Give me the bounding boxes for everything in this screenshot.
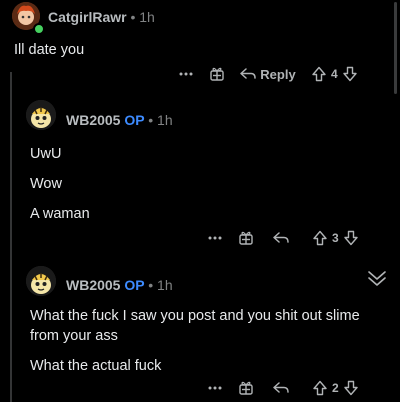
- downvote-icon[interactable]: [343, 380, 359, 396]
- comment-actions: Reply 4: [175, 62, 358, 86]
- vote-controls: 2: [312, 380, 359, 396]
- upvote-icon[interactable]: [312, 230, 328, 246]
- comment-body: What the fuck I saw you post and you shi…: [30, 306, 380, 376]
- op-badge: OP: [124, 112, 145, 128]
- reply-label: Reply: [260, 66, 296, 82]
- thread-line-level-2[interactable]: [10, 255, 12, 400]
- more-options-button[interactable]: [204, 236, 226, 240]
- collapse-thread-button[interactable]: [366, 268, 388, 288]
- collapse-chevron-icon: [368, 271, 386, 286]
- more-options-button[interactable]: [175, 72, 197, 76]
- vote-controls: 3: [312, 230, 359, 246]
- comment-paragraph: UwU: [30, 146, 62, 162]
- comment-author-line: CatgirlRawr • 1h: [48, 9, 155, 25]
- vote-score: 2: [332, 381, 339, 395]
- comment-actions: 2: [204, 376, 359, 400]
- online-status-dot: [33, 23, 45, 35]
- more-dots-icon: [208, 386, 222, 390]
- comment-age: 1h: [139, 9, 155, 25]
- username[interactable]: WB2005: [66, 277, 120, 293]
- reply-button[interactable]: [266, 382, 296, 394]
- snoo-avatar-icon: [26, 100, 56, 130]
- comment-actions: 3: [204, 226, 359, 250]
- comment-author-line: WB2005 OP • 1h: [66, 112, 173, 128]
- username[interactable]: WB2005: [66, 112, 120, 128]
- downvote-icon[interactable]: [343, 230, 359, 246]
- award-button[interactable]: [197, 66, 237, 82]
- reply-arrow-icon: [240, 68, 257, 79]
- reply-connector: [10, 96, 12, 256]
- meta-separator: •: [148, 277, 154, 293]
- meta-separator: •: [130, 9, 136, 25]
- scrollbar-thumb[interactable]: [394, 2, 397, 94]
- vote-score: 4: [331, 67, 338, 81]
- upvote-icon[interactable]: [311, 66, 327, 82]
- award-button[interactable]: [226, 380, 266, 396]
- more-dots-icon: [179, 72, 193, 76]
- more-options-button[interactable]: [204, 386, 226, 390]
- reply-arrow-icon: [273, 382, 289, 393]
- comment-body: Ill date you: [14, 40, 84, 60]
- reply-button[interactable]: Reply: [237, 67, 299, 82]
- op-badge: OP: [124, 277, 145, 293]
- reply-button[interactable]: [266, 232, 296, 244]
- meta-separator: •: [148, 112, 154, 128]
- snoo-avatar-icon: [26, 266, 56, 296]
- avatar[interactable]: [26, 100, 56, 130]
- reply-arrow-icon: [273, 232, 289, 243]
- upvote-icon[interactable]: [312, 380, 328, 396]
- vote-controls: 4: [311, 66, 358, 82]
- comment-age: 1h: [157, 277, 173, 293]
- award-button[interactable]: [226, 230, 266, 246]
- username[interactable]: CatgirlRawr: [48, 9, 127, 25]
- downvote-icon[interactable]: [342, 66, 358, 82]
- comment-paragraph: A waman: [30, 206, 90, 222]
- vote-score: 3: [332, 231, 339, 245]
- avatar[interactable]: [26, 266, 56, 296]
- comment-paragraph: Wow: [30, 176, 62, 192]
- award-icon: [239, 381, 253, 395]
- more-dots-icon: [208, 236, 222, 240]
- comment-age: 1h: [157, 112, 173, 128]
- comment-author-line: WB2005 OP • 1h: [66, 277, 173, 293]
- comment-body: UwU Wow A waman: [30, 144, 90, 224]
- comment-paragraph: What the fuck I saw you post and you shi…: [30, 308, 360, 344]
- comment-paragraph: What the actual fuck: [30, 358, 162, 374]
- award-icon: [210, 67, 224, 81]
- comment-paragraph: Ill date you: [14, 42, 85, 58]
- award-icon: [239, 231, 253, 245]
